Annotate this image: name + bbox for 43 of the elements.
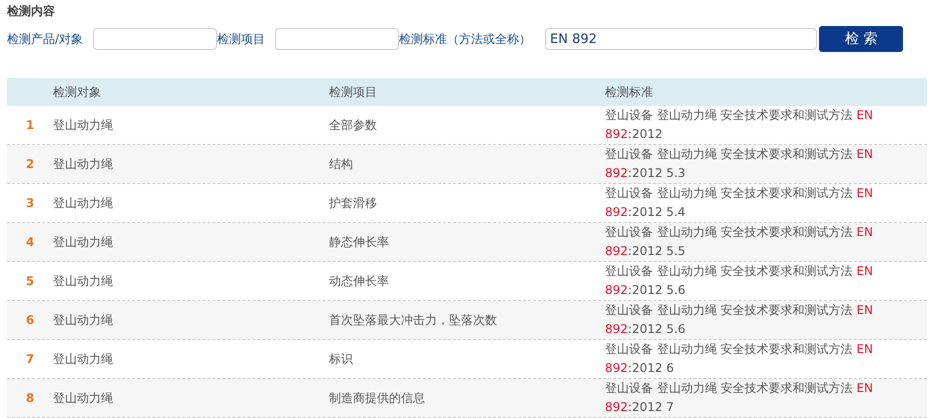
table-cell-text: 登山动力绳 <box>53 116 114 134</box>
table-cell-text: 登山动力绳 <box>53 272 114 290</box>
search-field[interactable] <box>275 28 400 50</box>
row-number: 2 <box>24 157 36 171</box>
section-title: 检测内容 <box>7 4 55 18</box>
table-cell-text: 登山动力绳 <box>53 312 114 328</box>
table-cell-text: 登山设备 登山动力绳 安全技术要求和测试方法 EN 892:2012 5.6 <box>605 263 874 299</box>
table-cell-text: 登山设备 登山动力绳 安全技术要求和测试方法 EN 892:2012 5.6 <box>605 302 874 338</box>
search-field[interactable] <box>93 28 218 50</box>
row-number: 6 <box>24 313 36 327</box>
field-label: 检测产品/对象 <box>7 30 84 48</box>
table-cell-text: 登山动力绳 <box>53 390 114 406</box>
table-cell-text: 登山动力绳 <box>53 234 114 250</box>
table-cell-text: 登山设备 登山动力绳 安全技术要求和测试方法 EN 892:2012 5.3 <box>605 146 874 182</box>
table-cell-text: 护套滑移 <box>329 194 378 212</box>
field-label: 检测标准（方法或全称） <box>399 30 532 48</box>
table-cell-text: 首次坠落最大冲击力，坠落次数 <box>329 312 498 328</box>
table-cell-text: 动态伸长率 <box>329 272 390 290</box>
table-cell-text: 登山设备 登山动力绳 安全技术要求和测试方法 EN 892:2012 6 <box>605 341 874 377</box>
row-number: 4 <box>24 235 36 249</box>
search-field[interactable]: EN 892 <box>545 28 818 50</box>
table-cell-text: 登山动力绳 <box>53 194 114 212</box>
column-header: 检测标准 <box>605 84 654 100</box>
table-cell-text: 结构 <box>329 156 354 172</box>
table-cell-text: 登山设备 登山动力绳 安全技术要求和测试方法 EN 892:2012 7 <box>605 380 874 416</box>
row-number: 5 <box>24 274 36 288</box>
row-number: 8 <box>24 391 36 405</box>
table-cell-text: 登山设备 登山动力绳 安全技术要求和测试方法 EN 892:2012 5.5 <box>605 224 874 260</box>
search-button[interactable]: 检 索 <box>819 26 904 52</box>
table-cell-text: 标识 <box>329 350 354 368</box>
table-cell-text: 全部参数 <box>329 116 378 134</box>
table-cell-text: 静态伸长率 <box>329 234 390 250</box>
table-cell-text: 制造商提供的信息 <box>329 390 426 406</box>
table-cell-text: 登山动力绳 <box>53 156 114 172</box>
field-label: 检测项目 <box>217 30 266 48</box>
row-number: 1 <box>24 118 36 132</box>
table-cell-text: 登山设备 登山动力绳 安全技术要求和测试方法 EN 892:2012 5.4 <box>605 185 874 221</box>
table-cell-text: 登山设备 登山动力绳 安全技术要求和测试方法 EN 892:2012 <box>605 107 874 143</box>
row-number: 7 <box>24 352 36 366</box>
column-header: 检测项目 <box>329 84 378 100</box>
table-cell-text: 登山动力绳 <box>53 350 114 368</box>
column-header: 检测对象 <box>53 84 102 100</box>
row-number: 3 <box>24 196 36 210</box>
